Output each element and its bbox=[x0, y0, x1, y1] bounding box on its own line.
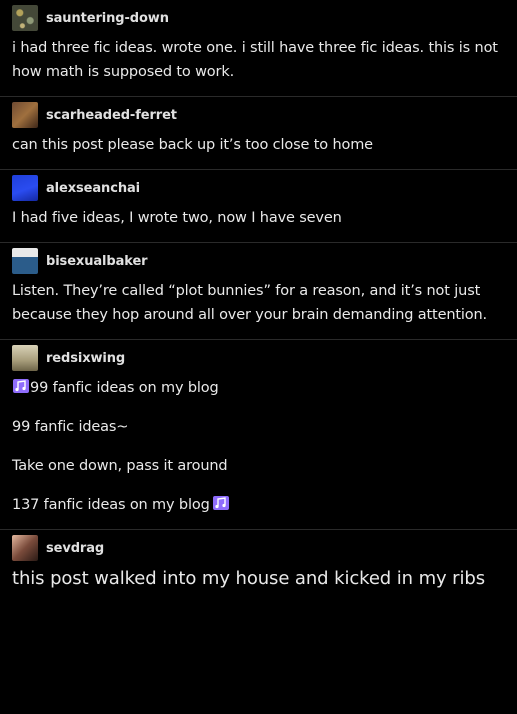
reblog-item: bisexualbaker Listen. They’re called “pl… bbox=[0, 243, 517, 340]
song-line-text: 137 fanfic ideas on my blog bbox=[12, 497, 210, 513]
song-line-text: 99 fanfic ideas on my blog bbox=[30, 380, 219, 396]
musical-notes-icon bbox=[212, 496, 229, 510]
reblog-body: 99 fanfic ideas on my blog 99 fanfic ide… bbox=[12, 376, 505, 529]
avatar[interactable] bbox=[12, 248, 38, 274]
reblog-header: bisexualbaker bbox=[12, 243, 505, 279]
username[interactable]: alexseanchai bbox=[46, 181, 140, 196]
song-line: 99 fanfic ideas~ bbox=[12, 419, 129, 435]
reblog-text: i had three fic ideas. wrote one. i stil… bbox=[12, 40, 498, 80]
song-line: Take one down, pass it around bbox=[12, 458, 228, 474]
reblog-body: can this post please back up it’s too cl… bbox=[12, 133, 505, 169]
reblog-thread: sauntering-down i had three fic ideas. w… bbox=[0, 0, 517, 604]
reblog-item: sauntering-down i had three fic ideas. w… bbox=[0, 0, 517, 97]
avatar[interactable] bbox=[12, 5, 38, 31]
reblog-text: this post walked into my house and kicke… bbox=[12, 568, 485, 589]
song-line: 137 fanfic ideas on my blog bbox=[12, 493, 505, 517]
username[interactable]: scarheaded-ferret bbox=[46, 108, 177, 123]
username[interactable]: sauntering-down bbox=[46, 11, 169, 26]
musical-notes-icon bbox=[13, 379, 29, 393]
reblog-body: I had five ideas, I wrote two, now I hav… bbox=[12, 206, 505, 242]
reblog-body: i had three fic ideas. wrote one. i stil… bbox=[12, 36, 505, 96]
reblog-header: scarheaded-ferret bbox=[12, 97, 505, 133]
reblog-item: redsixwing 99 fanfic ideas on my blog 99… bbox=[0, 340, 517, 530]
reblog-text: Listen. They’re called “plot bunnies” fo… bbox=[12, 283, 488, 323]
reblog-body: this post walked into my house and kicke… bbox=[12, 566, 505, 604]
avatar[interactable] bbox=[12, 175, 38, 201]
reblog-text: I had five ideas, I wrote two, now I hav… bbox=[12, 210, 342, 226]
avatar[interactable] bbox=[12, 102, 38, 128]
username[interactable]: bisexualbaker bbox=[46, 254, 148, 269]
song-line: 99 fanfic ideas on my blog bbox=[12, 376, 505, 400]
reblog-item: scarheaded-ferret can this post please b… bbox=[0, 97, 517, 170]
username[interactable]: sevdrag bbox=[46, 541, 104, 556]
reblog-text: can this post please back up it’s too cl… bbox=[12, 137, 373, 153]
reblog-item: alexseanchai I had five ideas, I wrote t… bbox=[0, 170, 517, 243]
username[interactable]: redsixwing bbox=[46, 351, 125, 366]
reblog-header: redsixwing bbox=[12, 340, 505, 376]
reblog-header: sevdrag bbox=[12, 530, 505, 566]
reblog-body: Listen. They’re called “plot bunnies” fo… bbox=[12, 279, 505, 339]
reblog-item: sevdrag this post walked into my house a… bbox=[0, 530, 517, 604]
reblog-header: sauntering-down bbox=[12, 0, 505, 36]
reblog-header: alexseanchai bbox=[12, 170, 505, 206]
avatar[interactable] bbox=[12, 345, 38, 371]
avatar[interactable] bbox=[12, 535, 38, 561]
